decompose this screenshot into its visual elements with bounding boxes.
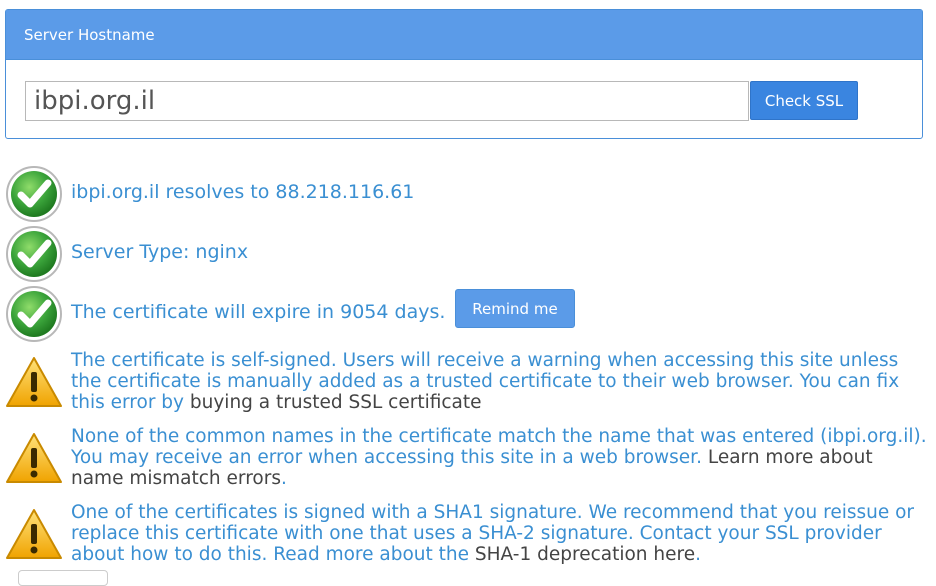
result-text: None of the common names in the certific… [71,426,927,489]
warning-icon [6,509,62,559]
check-ok-icon [6,286,62,342]
check-ok-icon [6,166,62,222]
hostname-panel: Server Hostname Check SSL [5,9,923,139]
result-text: Server Type: nginx [71,241,249,263]
partial-button[interactable] [18,570,108,586]
check-ok-icon [6,226,62,282]
result-text: The certificate will expire in 9054 days… [71,301,446,323]
buy-certificate-link[interactable]: buying a trusted SSL certificate [190,392,482,413]
hostname-input[interactable] [25,81,749,121]
panel-title: Server Hostname [6,10,922,60]
check-ssl-button[interactable]: Check SSL [750,81,858,120]
warning-icon [6,433,62,483]
result-text: ibpi.org.il resolves to 88.218.116.61 [71,181,415,203]
result-text: The certificate is self-signed. Users wi… [71,350,900,413]
remind-me-button[interactable]: Remind me [455,289,575,328]
result-text: One of the certificates is signed with a… [71,502,915,565]
sha1-deprecation-link[interactable]: SHA-1 deprecation here [475,544,695,565]
warning-icon [6,357,62,407]
